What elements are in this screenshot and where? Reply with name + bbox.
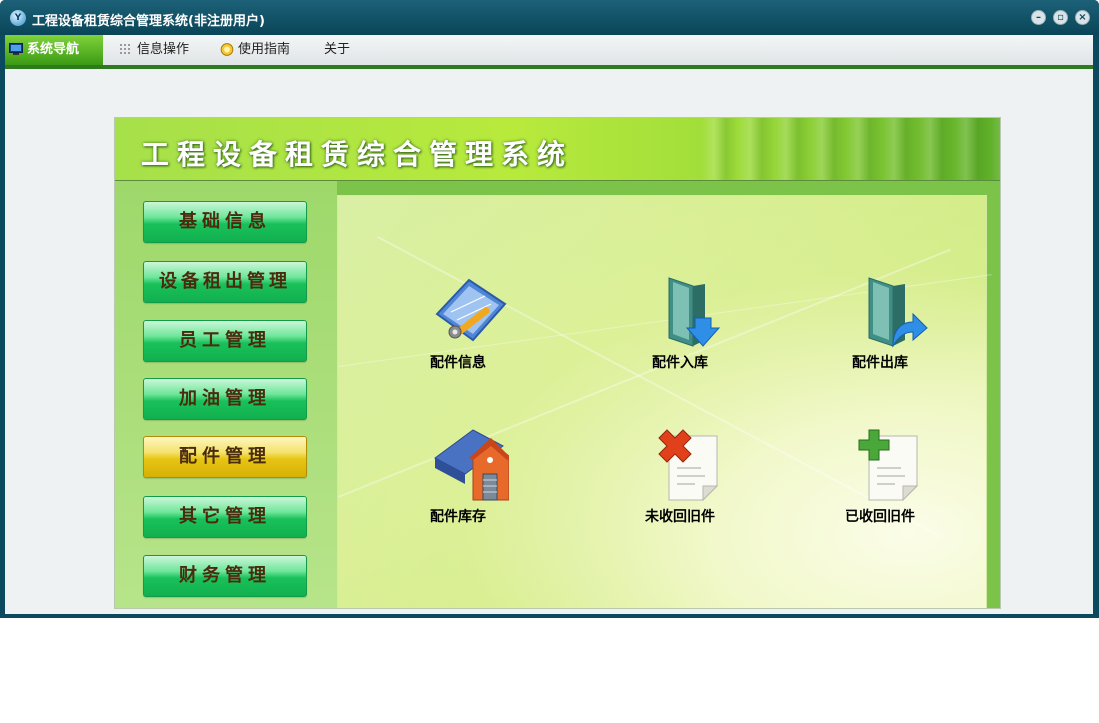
tile-label: 配件入库 <box>652 355 708 371</box>
tile-unreturned-parts[interactable]: 未收回旧件 <box>620 428 740 538</box>
panel-header: 工程设备租赁综合管理系统 <box>115 118 1000 181</box>
tile-returned-parts[interactable]: 已收回旧件 <box>820 428 940 538</box>
restore-button[interactable]: ▫ <box>1053 10 1068 25</box>
menu-item-label: 系统导航 <box>27 42 80 57</box>
title-bar[interactable]: Y 工程设备租赁综合管理系统(非注册用户) – ▫ × <box>0 0 1099 35</box>
tile-label: 配件库存 <box>430 509 486 525</box>
sidebar-item-other[interactable]: 其它管理 <box>143 496 307 538</box>
folder-download-icon <box>668 277 721 347</box>
help-icon <box>220 43 234 56</box>
sidebar: 基础信息 设备租出管理 员工管理 加油管理 配件管理 其它管理 财务管理 <box>115 181 337 608</box>
blueprint-tools-icon <box>435 278 507 342</box>
menu-item-label: 使用指南 <box>238 42 291 57</box>
sidebar-item-finance[interactable]: 财务管理 <box>143 555 307 597</box>
menu-item-label: 关于 <box>324 42 351 57</box>
tile-label: 配件信息 <box>430 355 486 371</box>
folder-export-icon <box>868 277 928 348</box>
sidebar-item-parts[interactable]: 配件管理 <box>143 436 307 478</box>
sidebar-item-refuel[interactable]: 加油管理 <box>143 378 307 420</box>
tile-parts-info[interactable]: 配件信息 <box>398 274 518 384</box>
close-button[interactable]: × <box>1075 10 1090 25</box>
tile-parts-outbound[interactable]: 配件出库 <box>820 274 940 384</box>
minimize-button[interactable]: – <box>1031 10 1046 25</box>
tile-parts-stock[interactable]: 配件库存 <box>398 428 518 538</box>
tile-label: 配件出库 <box>852 355 908 371</box>
warehouse-icon <box>434 429 509 501</box>
content-area: 配件信息 配件入库 配件出库 配件库存 未收回旧件 已收回旧件 <box>337 195 992 608</box>
tile-parts-inbound[interactable]: 配件入库 <box>620 274 740 384</box>
document-add-icon <box>858 429 919 502</box>
sidebar-item-equipment-rental[interactable]: 设备租出管理 <box>143 261 307 303</box>
document-delete-icon <box>658 429 719 502</box>
menu-item-label: 信息操作 <box>137 42 190 57</box>
app-icon: Y <box>10 10 26 26</box>
main-window: Y 工程设备租赁综合管理系统(非注册用户) – ▫ × 系统导航 信息操作 使用… <box>0 0 1099 618</box>
header-decoration <box>702 118 1000 180</box>
menu-item-user-guide[interactable]: 使用指南 <box>216 35 308 65</box>
sidebar-item-basic-info[interactable]: 基础信息 <box>143 201 307 243</box>
window-title: 工程设备租赁综合管理系统(非注册用户) <box>32 14 265 29</box>
navigation-panel: 工程设备租赁综合管理系统 基础信息 设备租出管理 员工管理 加油管理 配件管理 … <box>114 117 1001 609</box>
menu-item-about[interactable]: 关于 <box>302 35 352 65</box>
menu-bar: 系统导航 信息操作 使用指南 关于 <box>5 35 1093 65</box>
tile-label: 已收回旧件 <box>845 509 915 525</box>
panel-title: 工程设备租赁综合管理系统 <box>141 138 574 171</box>
menu-item-system-nav[interactable]: 系统导航 <box>5 35 103 65</box>
monitor-icon <box>9 43 23 55</box>
menu-item-info-ops[interactable]: 信息操作 <box>115 35 205 65</box>
tile-label: 未收回旧件 <box>645 509 715 525</box>
grid-icon <box>120 44 130 54</box>
sidebar-item-employee[interactable]: 员工管理 <box>143 320 307 362</box>
